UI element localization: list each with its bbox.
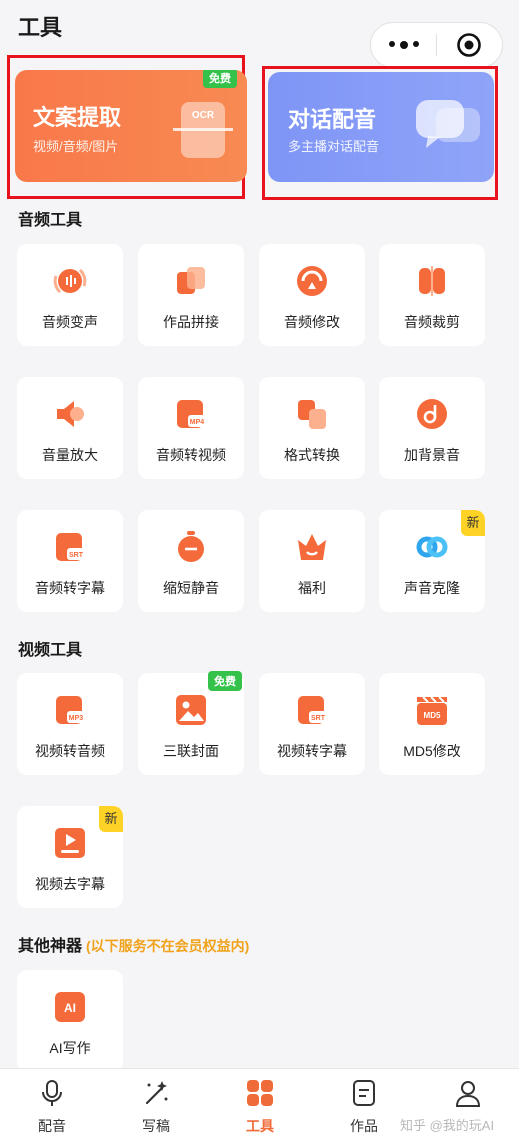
mp4-file-icon: MP4 — [174, 397, 208, 431]
svg-text:SRT: SRT — [69, 552, 84, 559]
ai-icon: AI — [53, 990, 87, 1024]
tool-label: 音量放大 — [42, 447, 98, 463]
tool-card[interactable]: 音频修改 — [259, 244, 365, 346]
ocr-scanner-icon: OCR — [173, 98, 233, 162]
banner-subtitle: 视频/音频/图片 — [33, 139, 119, 154]
timer-icon — [174, 530, 208, 564]
page-title: 工具 — [18, 15, 63, 40]
tab-writing[interactable]: 写稿 — [104, 1069, 208, 1146]
new-badge: 新 — [461, 510, 485, 536]
tab-label: 写稿 — [142, 1118, 170, 1134]
grid-icon — [246, 1079, 274, 1107]
audio-cut-icon — [415, 264, 449, 298]
clapper-icon: MD5 — [415, 693, 449, 727]
tool-card[interactable]: 音频裁剪 — [379, 244, 485, 346]
tab-works[interactable]: 作品 — [312, 1069, 416, 1146]
banner-dialogue-dubbing[interactable]: 对话配音 多主播对话配音 — [268, 72, 494, 182]
section-title-other: 其他神器 (以下服务不在会员权益内) — [18, 932, 249, 956]
banner-text-extract[interactable]: 文案提取 视频/音频/图片 免费 OCR — [15, 70, 247, 182]
tool-card[interactable]: 福利 — [259, 510, 365, 612]
section-title-video: 视频工具 — [18, 642, 83, 659]
tool-label: 音频转视频 — [156, 447, 226, 463]
voice-change-icon — [53, 264, 87, 298]
srt-file-icon: SRT — [53, 530, 87, 564]
tool-card[interactable]: 格式转换 — [259, 377, 365, 479]
close-target-icon[interactable] — [437, 32, 502, 58]
banner-title: 对话配音 — [288, 107, 377, 132]
tool-label: AI写作 — [49, 1040, 91, 1056]
tool-label: 格式转换 — [284, 447, 340, 463]
video-remove-subtitle-icon — [53, 826, 87, 860]
tool-label: 作品拼接 — [163, 314, 219, 330]
svg-text:AI: AI — [64, 1001, 76, 1015]
tool-label: 音频修改 — [284, 314, 340, 330]
image-icon — [174, 693, 208, 727]
crown-icon — [295, 530, 329, 564]
magic-pen-icon — [142, 1079, 170, 1107]
document-icon — [350, 1079, 378, 1107]
section-title-text: 其他神器 — [18, 938, 83, 955]
free-badge: 免费 — [203, 70, 237, 88]
tool-card[interactable]: 作品拼接 — [138, 244, 244, 346]
tool-card[interactable]: 缩短静音 — [138, 510, 244, 612]
new-badge: 新 — [99, 806, 123, 832]
tool-card[interactable]: 视频去字幕 新 — [17, 806, 123, 908]
miniprogram-capsule — [370, 22, 503, 68]
splice-icon — [174, 264, 208, 298]
tool-card[interactable]: MP3 视频转音频 — [17, 673, 123, 775]
svg-text:OCR: OCR — [192, 110, 215, 121]
free-badge: 免费 — [208, 671, 242, 691]
more-icon[interactable] — [371, 41, 436, 49]
banner-subtitle: 多主播对话配音 — [288, 139, 380, 154]
tool-label: 音频转字幕 — [35, 580, 105, 596]
tool-label: 声音克隆 — [404, 580, 460, 596]
tool-card[interactable]: SRT 音频转字幕 — [17, 510, 123, 612]
tool-card[interactable]: 三联封面 免费 — [138, 671, 244, 775]
section-title-audio: 音频工具 — [18, 212, 83, 229]
tool-label: MD5修改 — [403, 743, 461, 759]
svg-text:SRT: SRT — [311, 715, 326, 722]
tool-card[interactable]: 音量放大 — [17, 377, 123, 479]
tool-label: 视频转字幕 — [277, 743, 347, 759]
clone-loop-icon — [415, 530, 449, 564]
format-convert-icon — [295, 397, 329, 431]
audio-edit-icon — [295, 264, 329, 298]
microphone-icon — [38, 1079, 66, 1107]
svg-text:MD5: MD5 — [424, 711, 441, 720]
tool-card[interactable]: 声音克隆 新 — [379, 510, 485, 612]
tool-card[interactable]: MD5 MD5修改 — [379, 673, 485, 775]
tool-card[interactable]: MP4 音频转视频 — [138, 377, 244, 479]
tab-profile[interactable] — [416, 1069, 519, 1146]
tool-label: 缩短静音 — [163, 580, 219, 596]
tool-label: 视频去字幕 — [35, 876, 105, 892]
tab-label: 配音 — [38, 1118, 66, 1134]
svg-text:MP3: MP3 — [69, 715, 84, 722]
tool-label: 加背景音 — [404, 447, 460, 463]
tool-card[interactable]: 音频变声 — [17, 244, 123, 346]
tab-bar: 配音 写稿 工具 作品 知乎 @我的玩AI — [0, 1068, 519, 1146]
user-icon — [454, 1079, 482, 1107]
tab-dubbing[interactable]: 配音 — [0, 1069, 104, 1146]
tool-label: 音频变声 — [42, 314, 98, 330]
svg-text:MP4: MP4 — [190, 419, 205, 426]
volume-up-icon — [53, 397, 87, 431]
tool-card[interactable]: AI AI写作 — [17, 970, 123, 1072]
tool-label: 视频转音频 — [35, 743, 105, 759]
section-note: (以下服务不在会员权益内) — [86, 938, 250, 954]
music-note-icon — [415, 397, 449, 431]
chat-bubbles-icon — [414, 94, 484, 154]
tool-card[interactable]: SRT 视频转字幕 — [259, 673, 365, 775]
tab-label: 工具 — [246, 1118, 274, 1134]
tool-label: 福利 — [298, 580, 326, 596]
tool-label: 三联封面 — [163, 743, 219, 759]
mp3-file-icon: MP3 — [53, 693, 87, 727]
srt-file-icon: SRT — [295, 693, 329, 727]
tool-label: 音频裁剪 — [404, 314, 460, 330]
banner-title: 文案提取 — [33, 105, 122, 130]
watermark: 知乎 @我的玩AI — [400, 1118, 495, 1133]
tool-card[interactable]: 加背景音 — [379, 377, 485, 479]
tab-tools[interactable]: 工具 — [208, 1069, 312, 1146]
